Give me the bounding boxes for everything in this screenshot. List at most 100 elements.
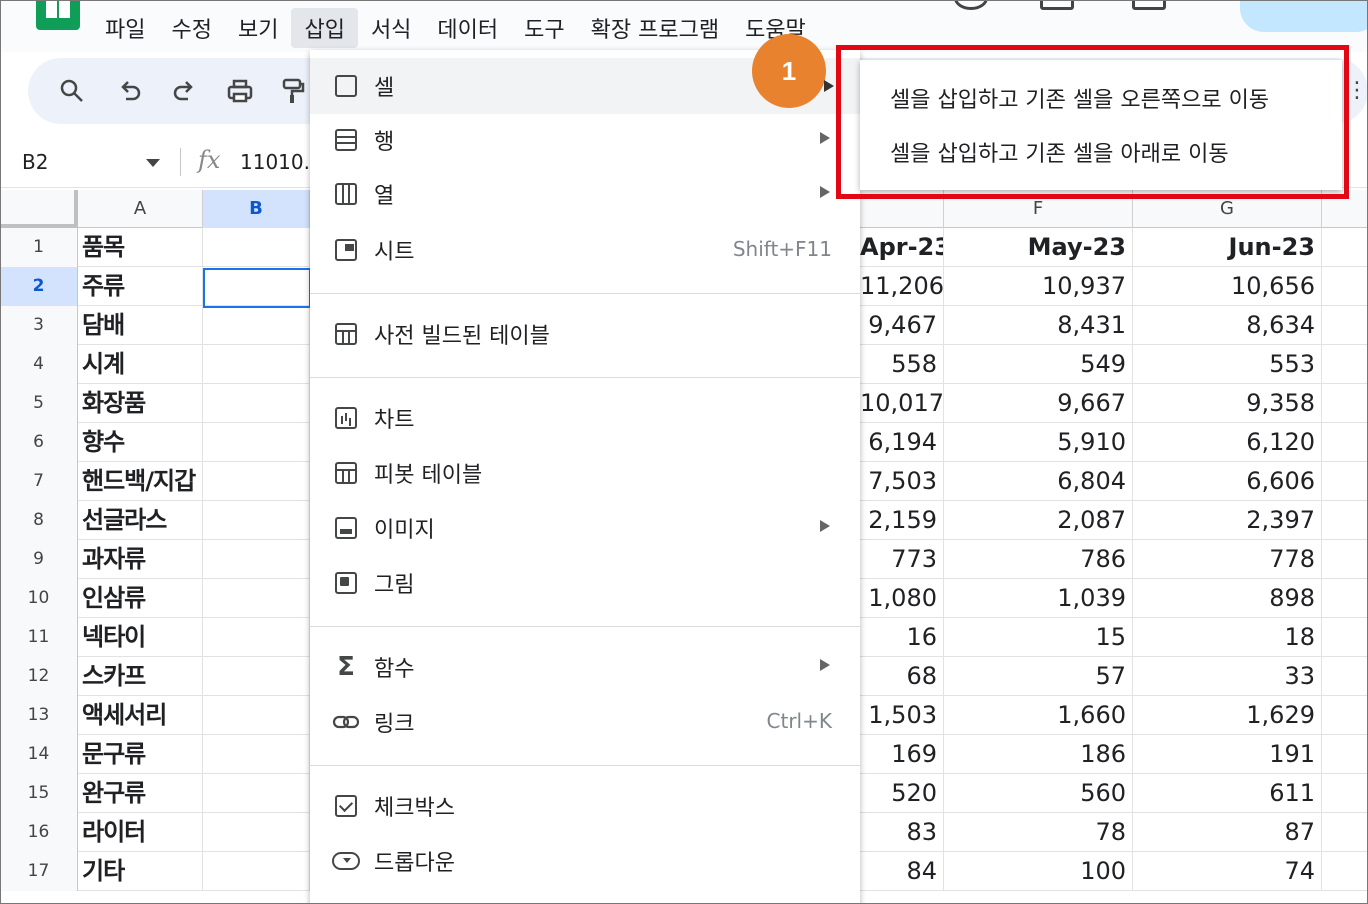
cell-f[interactable]: 9,667 xyxy=(944,384,1133,423)
cell-b[interactable] xyxy=(203,228,310,267)
cell-g[interactable]: 553 xyxy=(1133,345,1322,384)
cell-b[interactable] xyxy=(203,618,310,657)
cell-g[interactable]: 2,397 xyxy=(1133,501,1322,540)
cell-e[interactable]: 558 xyxy=(860,345,944,384)
name-box[interactable]: B2 xyxy=(22,150,48,174)
cell-f[interactable]: 6,804 xyxy=(944,462,1133,501)
row-header[interactable]: 15 xyxy=(0,774,78,813)
sheets-logo-icon[interactable] xyxy=(36,0,80,30)
search-icon[interactable] xyxy=(54,74,90,108)
row-header[interactable]: 12 xyxy=(0,657,78,696)
cell-f[interactable]: 186 xyxy=(944,735,1133,774)
cell-e[interactable]: 1,503 xyxy=(860,696,944,735)
insert-menu-dropdown[interactable]: 드롭다운 xyxy=(310,833,860,889)
cell-g[interactable]: 18 xyxy=(1133,618,1322,657)
row-header[interactable]: 5 xyxy=(0,384,78,423)
cell-a[interactable]: 문구류 xyxy=(78,735,203,774)
cell-a[interactable]: 인삼류 xyxy=(78,579,203,618)
selected-cell-b2[interactable] xyxy=(203,268,311,308)
cell-b[interactable] xyxy=(203,657,310,696)
cell-a[interactable]: 과자류 xyxy=(78,540,203,579)
cell-e[interactable]: 9,467 xyxy=(860,306,944,345)
insert-menu-prebuilt-table[interactable]: 사전 빌드된 테이블 xyxy=(310,306,860,362)
cell-b[interactable] xyxy=(203,384,310,423)
cell-a[interactable]: 액세서리 xyxy=(78,696,203,735)
history-icon[interactable] xyxy=(954,0,988,10)
insert-menu-checkbox[interactable]: 체크박스 xyxy=(310,778,860,834)
menu-view[interactable]: 보기 xyxy=(225,8,291,48)
more-options-icon[interactable]: ⋮ xyxy=(1346,78,1368,103)
insert-menu-pivot-table[interactable]: 피봇 테이블 xyxy=(310,445,860,501)
undo-icon[interactable] xyxy=(112,74,148,108)
menu-data[interactable]: 데이터 xyxy=(424,8,511,48)
row-header[interactable]: 14 xyxy=(0,735,78,774)
row-header[interactable]: 16 xyxy=(0,813,78,852)
row-header[interactable]: 10 xyxy=(0,579,78,618)
cell-g[interactable]: 191 xyxy=(1133,735,1322,774)
cell-a[interactable]: 담배 xyxy=(78,306,203,345)
comment-icon[interactable] xyxy=(1040,0,1074,10)
cell-e[interactable]: Apr-23 xyxy=(860,228,944,267)
menu-file[interactable]: 파일 xyxy=(92,8,158,48)
cell-g[interactable]: 74 xyxy=(1133,852,1322,891)
paint-format-icon[interactable] xyxy=(274,74,310,108)
cell-a[interactable]: 품목 xyxy=(78,228,203,267)
menu-edit[interactable]: 수정 xyxy=(158,8,224,48)
menu-extensions[interactable]: 확장 프로그램 xyxy=(578,8,732,48)
cell-g[interactable]: 87 xyxy=(1133,813,1322,852)
cell-g[interactable]: 9,358 xyxy=(1133,384,1322,423)
row-header[interactable]: 3 xyxy=(0,306,78,345)
cell-e[interactable]: 1,080 xyxy=(860,579,944,618)
cell-f[interactable]: 786 xyxy=(944,540,1133,579)
column-header-b[interactable]: B xyxy=(203,190,310,228)
cell-a[interactable]: 넥타이 xyxy=(78,618,203,657)
cell-f[interactable]: 1,660 xyxy=(944,696,1133,735)
cell-b[interactable] xyxy=(203,423,310,462)
print-icon[interactable] xyxy=(222,74,258,108)
cell-a[interactable]: 주류 xyxy=(78,267,203,306)
cell-f[interactable]: 15 xyxy=(944,618,1133,657)
cell-a[interactable]: 핸드백/지갑 xyxy=(78,462,203,501)
cell-e[interactable]: 83 xyxy=(860,813,944,852)
cell-a[interactable]: 향수 xyxy=(78,423,203,462)
row-header[interactable]: 6 xyxy=(0,423,78,462)
cell-g[interactable]: 611 xyxy=(1133,774,1322,813)
cell-e[interactable]: 520 xyxy=(860,774,944,813)
cell-g[interactable]: 1,629 xyxy=(1133,696,1322,735)
cell-b[interactable] xyxy=(203,462,310,501)
row-header[interactable]: 2 xyxy=(0,267,78,306)
cell-e[interactable]: 169 xyxy=(860,735,944,774)
cell-f[interactable]: 5,910 xyxy=(944,423,1133,462)
cell-a[interactable]: 스카프 xyxy=(78,657,203,696)
cell-e[interactable]: 2,159 xyxy=(860,501,944,540)
cell-e[interactable]: 16 xyxy=(860,618,944,657)
cell-f[interactable]: 560 xyxy=(944,774,1133,813)
cell-e[interactable]: 773 xyxy=(860,540,944,579)
row-header[interactable]: 4 xyxy=(0,345,78,384)
cell-b[interactable] xyxy=(203,579,310,618)
row-header[interactable]: 1 xyxy=(0,228,78,267)
cell-b[interactable] xyxy=(203,540,310,579)
cell-f[interactable]: 549 xyxy=(944,345,1133,384)
cell-g[interactable]: 778 xyxy=(1133,540,1322,579)
cell-b[interactable] xyxy=(203,852,310,891)
cell-b[interactable] xyxy=(203,501,310,540)
cell-e[interactable]: 7,503 xyxy=(860,462,944,501)
cell-e[interactable]: 11,206 xyxy=(860,267,944,306)
cell-b[interactable] xyxy=(203,774,310,813)
insert-menu-column[interactable]: 열 xyxy=(310,166,860,222)
menu-tools[interactable]: 도구 xyxy=(511,8,577,48)
cell-a[interactable]: 기타 xyxy=(78,852,203,891)
cell-f[interactable]: 57 xyxy=(944,657,1133,696)
cell-a[interactable]: 완구류 xyxy=(78,774,203,813)
cell-g[interactable]: Jun-23 xyxy=(1133,228,1322,267)
cell-g[interactable]: 33 xyxy=(1133,657,1322,696)
insert-menu-chart[interactable]: 차트 xyxy=(310,390,860,446)
insert-menu-sheet[interactable]: 시트 Shift+F11 xyxy=(310,222,860,278)
cell-g[interactable]: 6,120 xyxy=(1133,423,1322,462)
cell-b[interactable] xyxy=(203,345,310,384)
row-header[interactable]: 17 xyxy=(0,852,78,891)
name-box-dropdown-icon[interactable] xyxy=(146,159,160,167)
cell-g[interactable]: 8,634 xyxy=(1133,306,1322,345)
cell-f[interactable]: 1,039 xyxy=(944,579,1133,618)
